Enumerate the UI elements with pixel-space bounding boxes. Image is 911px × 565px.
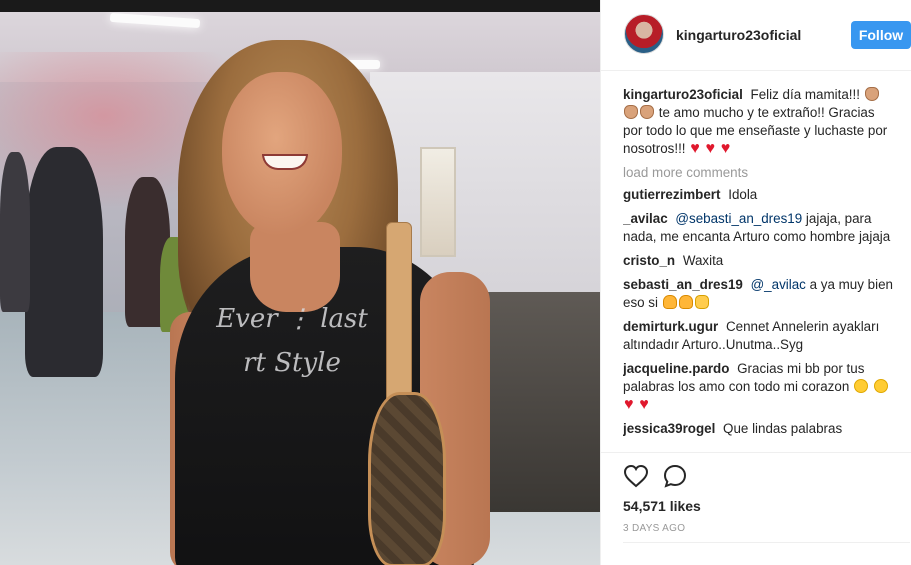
comment: gutierrezimbert Idola — [623, 186, 893, 204]
comment-username[interactable]: jessica39rogel — [623, 421, 715, 436]
comment-text: Que lindas palabras — [723, 421, 843, 436]
kiss-face-emoji-icon — [873, 379, 888, 393]
comment-bubble-icon[interactable] — [663, 464, 687, 488]
comment-username[interactable]: _avilac — [623, 211, 668, 226]
load-more-comments-link[interactable]: load more comments — [623, 165, 893, 180]
comment-username[interactable]: demirturk.ugur — [623, 319, 718, 334]
red-heart-emoji-icon: ♥ — [624, 396, 634, 413]
divider — [623, 542, 910, 543]
comment-mention[interactable]: @sebasti_an_dres19 — [675, 211, 802, 226]
caption-text: te amo mucho y te extraño!! Gracias por … — [623, 105, 888, 156]
shirt-print: Ever ⋮ last rt Style — [192, 297, 392, 385]
comment: _avilac @sebasti_an_dres19 jajaja, para … — [623, 210, 893, 246]
background-person — [25, 147, 103, 377]
top-dark-bar — [0, 0, 600, 12]
post-actions: 54,571 likes 3 DAYS AGO — [601, 452, 911, 565]
handbag-strap — [386, 222, 412, 412]
clapping-hands-emoji-icon — [694, 295, 709, 309]
heart-outline-icon[interactable] — [623, 464, 649, 488]
comment: demirturk.ugur Cennet Annelerin ayakları… — [623, 318, 893, 354]
handbag — [368, 392, 446, 565]
post-header: kingarturo23oficial Follow — [601, 0, 911, 71]
post-timestamp: 3 DAYS AGO — [623, 523, 686, 534]
comment: sebasti_an_dres19 @_avilac a ya muy bien… — [623, 276, 893, 312]
follow-button[interactable]: Follow — [851, 21, 911, 49]
hands-emoji-icon — [640, 105, 654, 119]
post-side-panel: kingarturo23oficial Follow kingarturo23o… — [600, 0, 911, 565]
red-heart-emoji-icon: ♥ — [690, 140, 700, 157]
header-username[interactable]: kingarturo23oficial — [676, 27, 801, 43]
comment-username[interactable]: gutierrezimbert — [623, 187, 720, 202]
person-raising-hands-emoji-icon — [678, 295, 693, 309]
comment-username[interactable]: jacqueline.pardo — [623, 361, 729, 376]
person-raising-hands-emoji-icon — [662, 295, 677, 309]
post-photo[interactable]: Ever ⋮ last rt Style — [0, 12, 600, 565]
caption-username[interactable]: kingarturo23oficial — [623, 87, 743, 102]
hands-emoji-icon — [624, 105, 638, 119]
comment-text: Waxita — [682, 253, 724, 268]
display-cabinet — [480, 292, 600, 512]
shirt-print-line: Ever ⋮ last — [216, 304, 368, 334]
exhibit-poster — [420, 147, 456, 257]
caption-text: Feliz día mamita!!! — [750, 87, 860, 102]
comment-text: Idola — [728, 187, 758, 202]
comments-list[interactable]: kingarturo23oficial Feliz día mamita!!! … — [623, 86, 893, 452]
comment-mention[interactable]: @_avilac — [751, 277, 806, 292]
comment-username[interactable]: cristo_n — [623, 253, 675, 268]
red-heart-emoji-icon: ♥ — [639, 396, 649, 413]
hands-emoji-icon — [864, 87, 879, 101]
likes-count[interactable]: 54,571 likes — [623, 498, 701, 514]
avatar[interactable] — [624, 14, 664, 54]
background-person — [0, 152, 30, 312]
comment: cristo_n Waxita — [623, 252, 893, 270]
red-heart-emoji-icon: ♥ — [705, 140, 716, 157]
comment: jacqueline.pardo Gracias mi bb por tus p… — [623, 360, 893, 414]
comment: jessica39rogel Que lindas palabras — [623, 420, 893, 438]
shirt-print-line: rt Style — [243, 348, 341, 378]
post-caption: kingarturo23oficial Feliz día mamita!!! … — [623, 86, 893, 158]
comment-username[interactable]: sebasti_an_dres19 — [623, 277, 743, 292]
kiss-face-emoji-icon — [854, 379, 869, 393]
red-heart-emoji-icon: ♥ — [720, 140, 731, 157]
